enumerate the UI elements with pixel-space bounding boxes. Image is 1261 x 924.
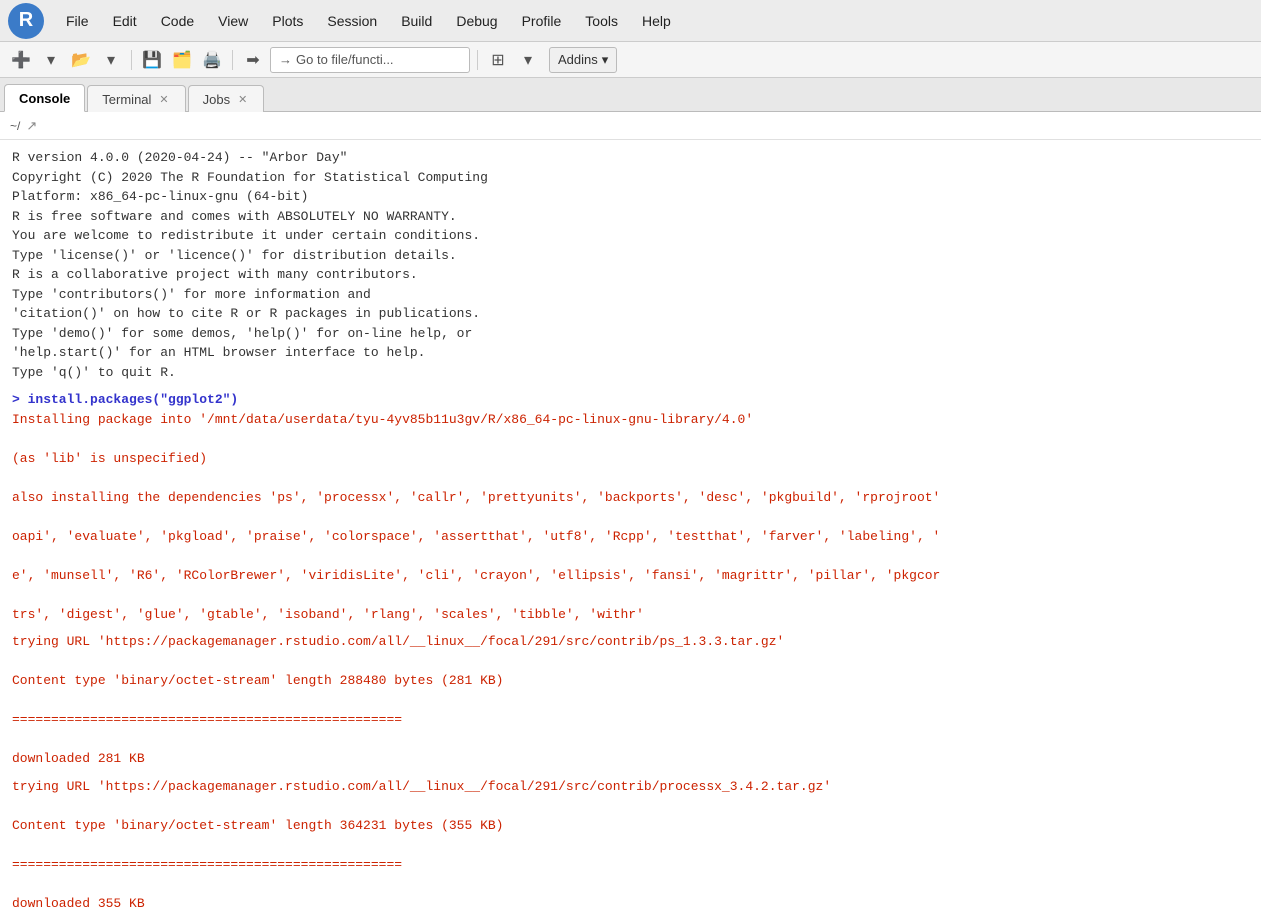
download-downloaded-1: downloaded 355 KB [12, 894, 1249, 914]
console-prompt: > install.packages("ggplot2") [12, 392, 238, 407]
print-button[interactable]: 🖨️ [199, 47, 225, 73]
download-url-1: trying URL 'https://packagemanager.rstud… [12, 777, 1249, 797]
download-content-1: Content type 'binary/octet-stream' lengt… [12, 816, 1249, 836]
toolbar: ➕ ▾ 📂 ▾ 💾 🗂️ 🖨️ ➡ → Go to file/functi...… [0, 42, 1261, 78]
menu-edit[interactable]: Edit [103, 9, 147, 33]
addins-label: Addins [558, 52, 598, 67]
tab-terminal[interactable]: Terminal ✕ [87, 85, 185, 112]
download-progress-0: ========================================… [12, 710, 1249, 730]
path-text: ~/ [10, 119, 20, 133]
menu-bar: R File Edit Code View Plots Session Buil… [0, 0, 1261, 42]
tab-jobs-label: Jobs [203, 92, 230, 107]
menu-profile[interactable]: Profile [512, 9, 572, 33]
install-line-1: (as 'lib' is unspecified) [12, 449, 1249, 469]
download-progress-1: ========================================… [12, 855, 1249, 875]
workspace-button[interactable]: ⊞ [485, 47, 511, 73]
save-button[interactable]: 💾 [139, 47, 165, 73]
menu-file[interactable]: File [56, 9, 99, 33]
menu-tools[interactable]: Tools [575, 9, 628, 33]
console-contributors: R is a collaborative project with many c… [12, 267, 480, 321]
menu-help[interactable]: Help [632, 9, 681, 33]
console-install-block: Installing package into '/mnt/data/userd… [12, 410, 1249, 625]
tab-jobs-close[interactable]: ✕ [236, 93, 249, 106]
menu-view[interactable]: View [208, 9, 258, 33]
console-prompt-block: > install.packages("ggplot2") [12, 390, 1249, 410]
new-file-dropdown[interactable]: ▾ [38, 47, 64, 73]
tab-console-label: Console [19, 91, 70, 106]
menu-debug[interactable]: Debug [446, 9, 507, 33]
console-intro: R version 4.0.0 (2020-04-24) -- "Arbor D… [12, 150, 488, 204]
console-help: Type 'demo()' for some demos, 'help()' f… [12, 326, 472, 380]
workspace-dropdown[interactable]: ▾ [515, 47, 541, 73]
path-icon[interactable]: ↗ [26, 118, 37, 134]
menu-session[interactable]: Session [317, 9, 387, 33]
install-line-4: e', 'munsell', 'R6', 'RColorBrewer', 'vi… [12, 566, 1249, 586]
tab-bar: Console Terminal ✕ Jobs ✕ [0, 78, 1261, 112]
download-downloaded-0: downloaded 281 KB [12, 749, 1249, 769]
menu-code[interactable]: Code [151, 9, 204, 33]
goto-input[interactable]: → Go to file/functi... [270, 47, 470, 73]
addins-button[interactable]: Addins ▾ [549, 47, 617, 73]
tab-jobs[interactable]: Jobs ✕ [188, 85, 265, 112]
go-back-button[interactable]: ➡ [240, 47, 266, 73]
new-file-button[interactable]: ➕ [8, 47, 34, 73]
toolbar-separator-1 [131, 50, 132, 70]
download-block-0: trying URL 'https://packagemanager.rstud… [12, 632, 1249, 769]
goto-icon: → [279, 52, 292, 67]
menu-build[interactable]: Build [391, 9, 442, 33]
open-recent-dropdown[interactable]: ▾ [98, 47, 124, 73]
install-line-3: oapi', 'evaluate', 'pkgload', 'praise', … [12, 527, 1249, 547]
tab-terminal-close[interactable]: ✕ [157, 93, 170, 106]
goto-text: Go to file/functi... [296, 52, 394, 67]
console-warranty: R is free software and comes with ABSOLU… [12, 209, 480, 263]
save-all-button[interactable]: 🗂️ [169, 47, 195, 73]
r-logo: R [8, 3, 44, 39]
path-bar: ~/ ↗ [0, 112, 1261, 140]
download-url-0: trying URL 'https://packagemanager.rstud… [12, 632, 1249, 652]
toolbar-separator-3 [477, 50, 478, 70]
console-area[interactable]: R version 4.0.0 (2020-04-24) -- "Arbor D… [0, 140, 1261, 924]
addins-dropdown-icon: ▾ [602, 52, 609, 68]
download-block-1: trying URL 'https://packagemanager.rstud… [12, 777, 1249, 914]
tab-terminal-label: Terminal [102, 92, 151, 107]
menu-plots[interactable]: Plots [262, 9, 313, 33]
open-file-button[interactable]: 📂 [68, 47, 94, 73]
tab-console[interactable]: Console [4, 84, 85, 112]
install-line-5: trs', 'digest', 'glue', 'gtable', 'isoba… [12, 605, 1249, 625]
download-content-0: Content type 'binary/octet-stream' lengt… [12, 671, 1249, 691]
install-line-2: also installing the dependencies 'ps', '… [12, 488, 1249, 508]
toolbar-separator-2 [232, 50, 233, 70]
install-line-0: Installing package into '/mnt/data/userd… [12, 410, 1249, 430]
